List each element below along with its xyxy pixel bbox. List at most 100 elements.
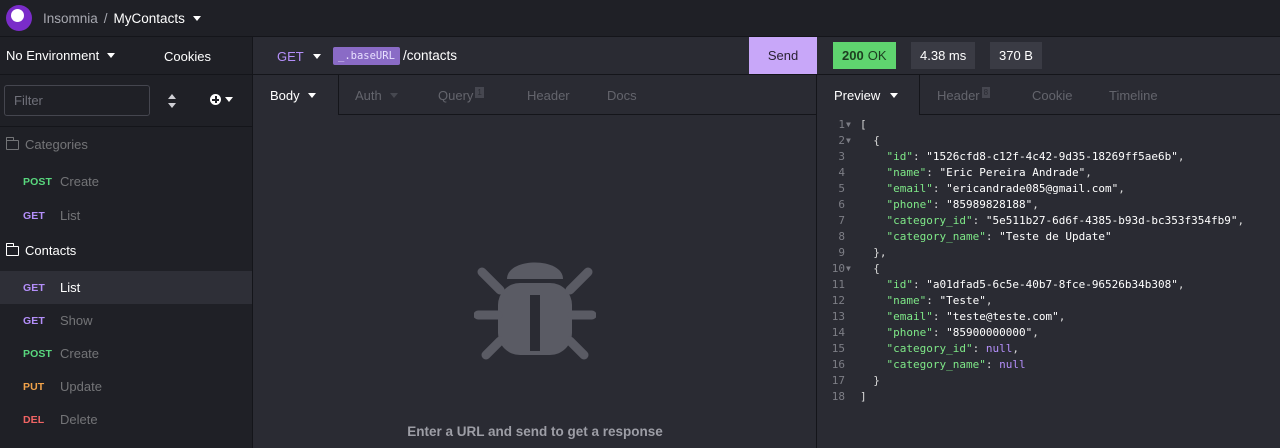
code-text: {: [860, 262, 880, 275]
empty-response-hint: Enter a URL and send to get a response: [407, 424, 663, 439]
method-badge: GET: [23, 281, 45, 294]
tab-auth[interactable]: Auth: [355, 75, 398, 115]
code-text: ]: [860, 390, 867, 403]
sidebar-item-contacts-delete[interactable]: DEL Delete: [0, 403, 252, 436]
tab-header[interactable]: Header: [527, 75, 570, 115]
request-pane: GET _.baseURL /contacts Send Body Auth Q…: [253, 37, 817, 448]
folder-label: Contacts: [25, 243, 77, 258]
sidebar-item-categories-list[interactable]: GET List: [0, 199, 252, 232]
line-number: 13: [831, 310, 845, 323]
code-text: "category_id": null,: [886, 342, 1019, 355]
tab-preview[interactable]: Preview: [817, 75, 920, 115]
request-label: Show: [60, 313, 93, 328]
response-size-badge: 370 B: [990, 42, 1042, 69]
request-label: Create: [60, 174, 100, 189]
request-label: Delete: [60, 412, 98, 427]
code-text: "category_name": "Teste de Update": [886, 230, 1112, 243]
bug-icon: [474, 262, 596, 360]
method-badge: DEL: [23, 413, 45, 426]
chevron-down-icon: [890, 92, 899, 98]
sort-icon[interactable]: [166, 92, 178, 110]
sidebar-item-categories-create[interactable]: POST Create: [0, 165, 252, 198]
code-line: 4 "name": "Eric Pereira Andrade",: [817, 165, 1280, 181]
tab-label: Header: [527, 87, 570, 103]
code-line: 7 "category_id": "5e511b27-6d6f-4385-b93…: [817, 213, 1280, 229]
code-text: "name": "Eric Pereira Andrade",: [886, 166, 1092, 179]
code-text: "phone": "85989828188",: [886, 198, 1039, 211]
line-number: 3: [838, 150, 845, 163]
code-text: "email": "teste@teste.com",: [886, 310, 1066, 323]
line-number: 4: [838, 166, 845, 179]
code-line: 18]: [817, 389, 1280, 405]
sidebar-item-contacts-create[interactable]: POST Create: [0, 337, 252, 370]
tab-label: Preview: [834, 87, 881, 103]
status-text: OK: [867, 48, 887, 63]
sidebar-item-contacts-list[interactable]: GET List: [0, 271, 252, 304]
add-request-button[interactable]: [210, 94, 233, 105]
code-text: "category_id": "5e511b27-6d6f-4385-b93d-…: [886, 214, 1245, 227]
chevron-down-icon: [225, 97, 233, 102]
breadcrumb-project[interactable]: MyContacts: [114, 11, 201, 26]
tab-docs[interactable]: Docs: [607, 75, 637, 115]
tab-cookie[interactable]: Cookie: [1032, 75, 1072, 115]
folder-contacts[interactable]: Contacts: [5, 242, 77, 258]
fold-toggle-icon[interactable]: ▼: [846, 133, 851, 149]
url-variable-tag[interactable]: _.baseURL: [333, 47, 400, 65]
sidebar-item-contacts-update[interactable]: PUT Update: [0, 370, 252, 403]
folder-categories[interactable]: Categories: [5, 136, 88, 152]
url-input[interactable]: /contacts: [403, 48, 457, 63]
sidebar: No Environment Cookies Filter Categories…: [0, 37, 253, 448]
code-text: "category_name": null: [886, 358, 1026, 371]
code-line: 14 "phone": "85900000000",: [817, 325, 1280, 341]
method-badge: GET: [23, 209, 45, 222]
tab-query[interactable]: Query 1: [438, 75, 484, 115]
code-line: 5 "email": "ericandrade085@gmail.com",: [817, 181, 1280, 197]
code-line: 1 ▼ [: [817, 117, 1280, 133]
code-text: [: [860, 118, 867, 131]
tab-body[interactable]: Body: [253, 75, 339, 115]
tab-label: Cookie: [1032, 87, 1073, 103]
tab-label: Docs: [607, 87, 637, 103]
line-number: 18: [831, 390, 845, 403]
folder-open-icon: [5, 242, 19, 256]
response-time-badge: 4.38 ms: [911, 42, 976, 69]
code-line: 13 "email": "teste@teste.com",: [817, 309, 1280, 325]
tab-timeline[interactable]: Timeline: [1109, 75, 1158, 115]
request-label: List: [60, 280, 81, 295]
plus-circle-icon: [210, 94, 221, 105]
code-line: 16 "category_name": null: [817, 357, 1280, 373]
method-dropdown[interactable]: GET: [277, 49, 321, 64]
code-text: "id": "1526cfd8-c12f-4c42-9d35-18269ff5a…: [886, 150, 1185, 163]
tab-label: Body: [270, 87, 300, 103]
filter-input[interactable]: Filter: [4, 85, 150, 116]
query-count-badge: 1: [475, 86, 484, 98]
insomnia-logo-icon[interactable]: [6, 5, 32, 31]
line-number: 15: [831, 342, 845, 355]
fold-toggle-icon[interactable]: ▼: [846, 261, 851, 277]
code-text: "email": "ericandrade085@gmail.com",: [886, 182, 1125, 195]
code-text: "phone": "85900000000",: [886, 326, 1039, 339]
environment-dropdown[interactable]: No Environment: [6, 48, 116, 63]
fold-toggle-icon[interactable]: ▼: [846, 117, 851, 133]
request-label: Create: [60, 346, 100, 361]
cookies-button[interactable]: Cookies: [164, 49, 211, 64]
tab-response-header[interactable]: Header 8: [937, 75, 991, 115]
chevron-down-icon: [312, 54, 321, 59]
environment-label: No Environment: [6, 48, 100, 63]
code-text: }: [860, 374, 880, 387]
sidebar-item-contacts-show[interactable]: GET Show: [0, 304, 252, 337]
folder-label: Categories: [25, 137, 88, 152]
line-number: 17: [831, 374, 845, 387]
line-number: 9: [838, 246, 845, 259]
tab-label: Query: [438, 87, 474, 103]
code-line: 17 }: [817, 373, 1280, 389]
breadcrumb-separator: /: [103, 10, 108, 26]
breadcrumb-app[interactable]: Insomnia: [43, 11, 98, 26]
chevron-down-icon: [107, 53, 116, 58]
send-button[interactable]: Send: [749, 37, 817, 74]
tab-label: Auth: [355, 87, 382, 103]
code-line: 9 },: [817, 245, 1280, 261]
response-json-viewer[interactable]: 1 ▼[2 ▼ {3 "id": "1526cfd8-c12f-4c42-9d35-…: [817, 117, 1280, 405]
filter-placeholder: Filter: [14, 93, 43, 108]
code-text: {: [860, 134, 880, 147]
